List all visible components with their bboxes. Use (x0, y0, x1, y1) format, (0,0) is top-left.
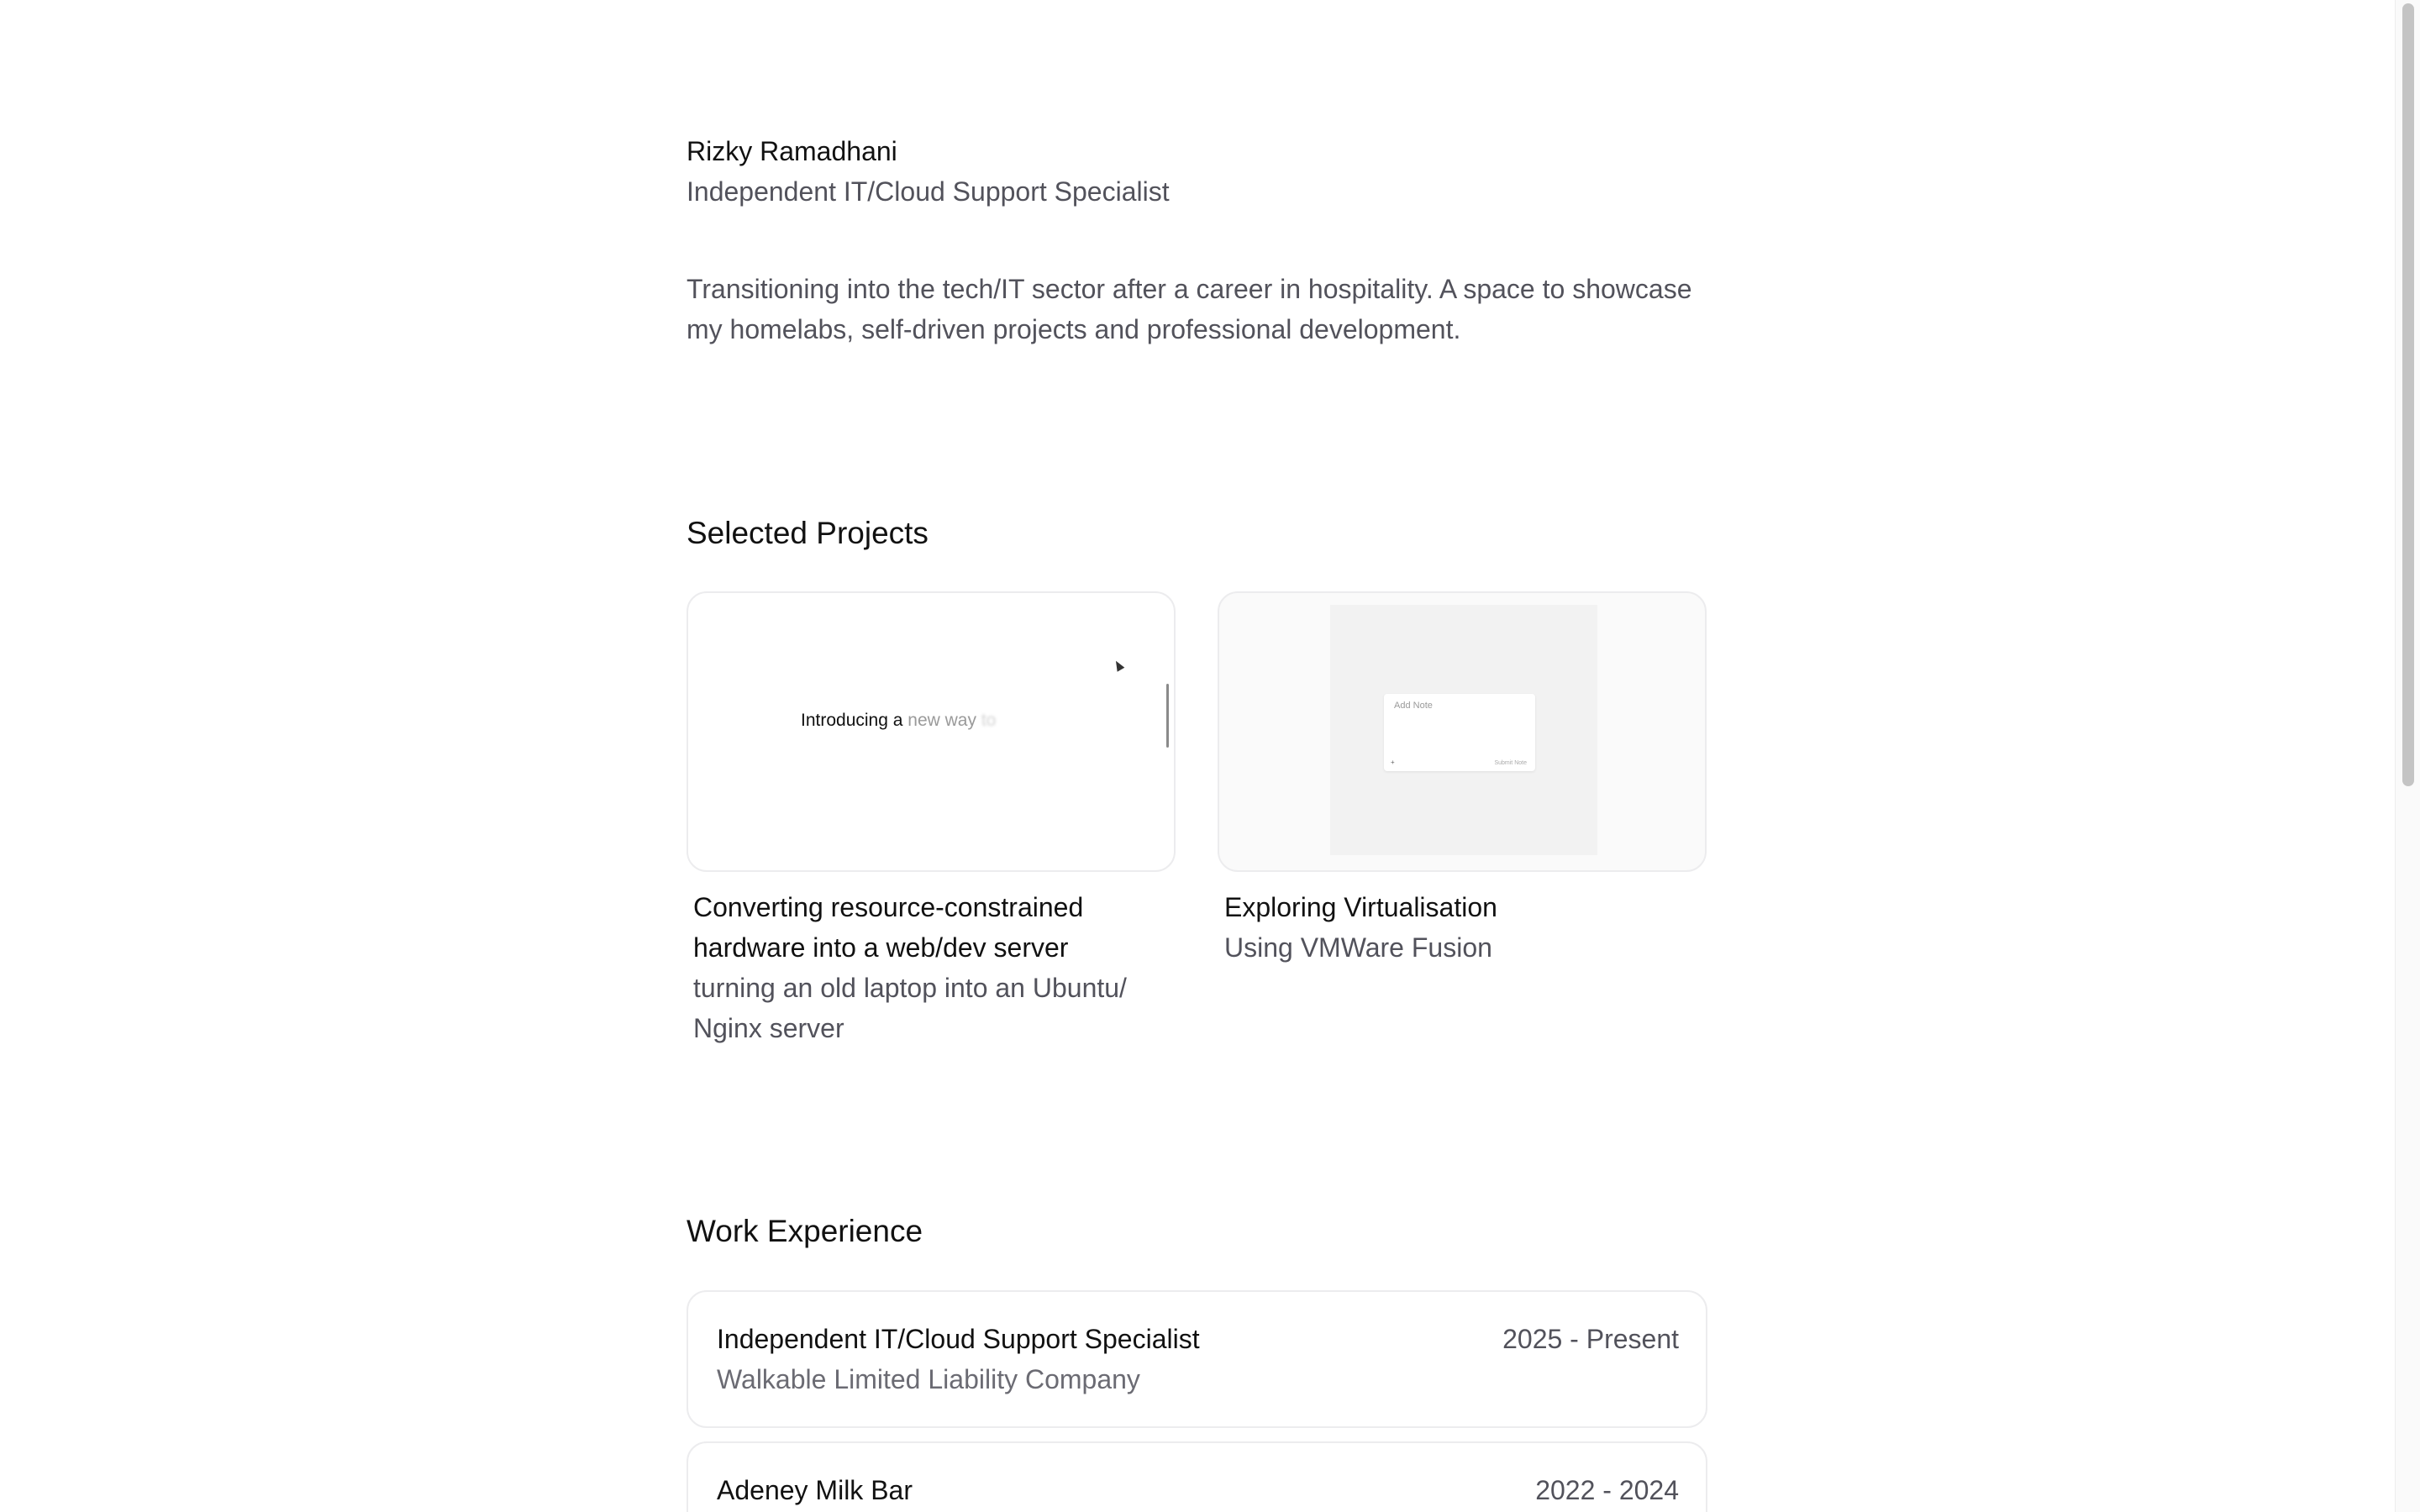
project-preview-window: Add Note + Submit Note (1330, 605, 1597, 855)
profile-bio: Transitioning into the tech/IT sector af… (687, 274, 1692, 344)
project-preview-text: Introducing a new way to (801, 711, 996, 731)
job-period: 2022 - 2024 (1535, 1475, 1679, 1505)
add-note-label: Add Note (1394, 701, 1433, 711)
preview-text-fade1: new way (908, 711, 981, 730)
job-title: Adeney Milk Bar (717, 1475, 913, 1505)
add-note-panel: Add Note + Submit Note (1384, 694, 1535, 771)
preview-scroll-indicator (1166, 684, 1169, 748)
projects-heading: Selected Projects (687, 516, 929, 550)
project-card-virtualisation[interactable]: Add Note + Submit Note (1218, 591, 1707, 872)
work-item: Adeney Milk Bar 2022 - 2024 (687, 1441, 1707, 1512)
submit-note-label: Submit Note (1494, 760, 1527, 766)
project-subtitle-webserver: turning an old laptop into an Ubuntu/ Ng… (693, 973, 1127, 1043)
mouse-cursor-icon (1112, 659, 1125, 672)
profile-role: Independent IT/Cloud Support Specialist (687, 176, 1170, 207)
project-title-webserver[interactable]: Converting resource-constrained hardware… (693, 887, 1164, 968)
project-card-webserver[interactable]: Introducing a new way to (687, 591, 1176, 872)
work-item: Independent IT/Cloud Support Specialist … (687, 1290, 1707, 1428)
profile-name: Rizky Ramadhani (687, 136, 897, 166)
page-scrollbar[interactable] (2395, 0, 2420, 1512)
job-period: 2025 - Present (1502, 1324, 1679, 1354)
project-title-virtualisation[interactable]: Exploring Virtualisation (1224, 887, 1695, 927)
project-subtitle-virtualisation: Using VMWare Fusion (1224, 932, 1492, 963)
preview-text-main: Introducing a (801, 711, 908, 730)
portfolio-page: Rizky Ramadhani Independent IT/Cloud Sup… (0, 0, 2420, 1512)
plus-icon: + (1391, 759, 1395, 766)
job-company: Walkable Limited Liability Company (717, 1364, 1140, 1394)
scrollbar-thumb[interactable] (2402, 3, 2414, 786)
work-heading: Work Experience (687, 1214, 923, 1248)
preview-text-fade2: to (981, 711, 997, 730)
job-title: Independent IT/Cloud Support Specialist (717, 1324, 1200, 1354)
